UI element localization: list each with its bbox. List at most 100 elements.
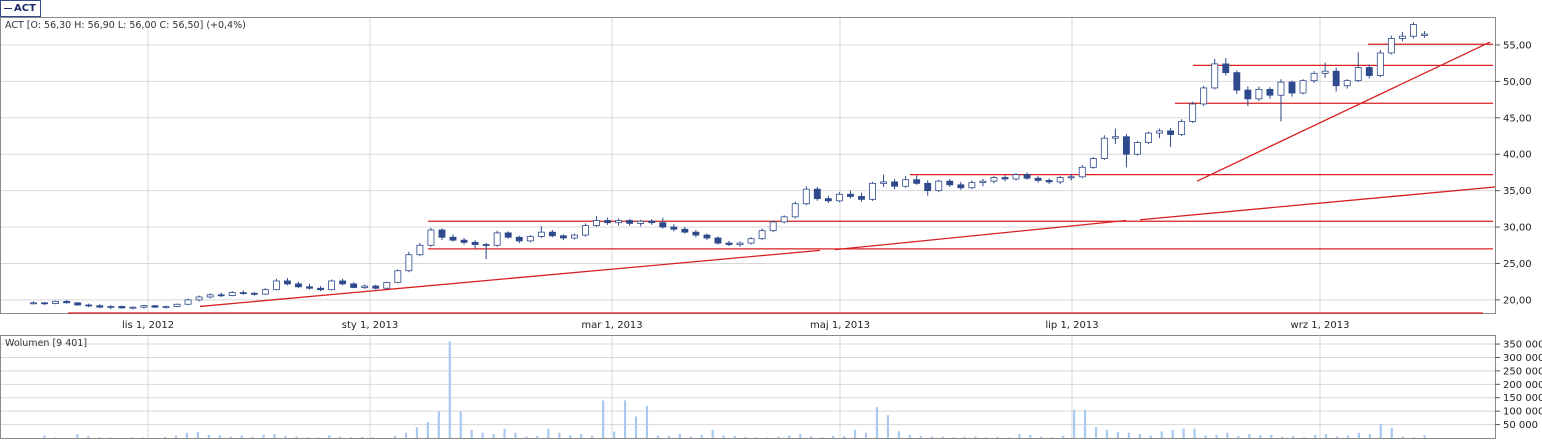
candle-body xyxy=(118,306,126,309)
volume-bar xyxy=(1171,429,1174,438)
volume-bar xyxy=(1127,432,1130,438)
candle-body xyxy=(1233,72,1241,91)
volume-bar xyxy=(974,436,977,438)
candle-body xyxy=(681,228,689,233)
candle-body xyxy=(217,294,225,297)
volume-bar xyxy=(634,416,638,438)
candle-body xyxy=(239,292,247,295)
volume-bar xyxy=(1204,435,1207,438)
candle-body xyxy=(736,242,744,245)
volume-bar xyxy=(163,436,167,438)
volume-y-label: 350 000 xyxy=(1503,340,1542,351)
volume-bar xyxy=(448,341,451,438)
price-x-label: lip 1, 2013 xyxy=(1045,320,1098,331)
candle-body xyxy=(1145,132,1152,143)
candle-body xyxy=(1421,33,1428,36)
volume-bar xyxy=(1401,436,1404,438)
volume-bar xyxy=(426,421,429,438)
volume-bar xyxy=(54,437,57,438)
candle-body xyxy=(1023,174,1031,179)
candle-body xyxy=(769,221,777,232)
stock-chart: 20,00 25,00 30,00 35,00 40,00 45,00 50,00 55,00… xyxy=(0,17,1542,439)
volume-bar xyxy=(1040,436,1043,438)
volume-bar xyxy=(766,437,769,438)
candle-body xyxy=(935,180,943,192)
volume-bar xyxy=(1182,428,1185,438)
candle-body xyxy=(1100,137,1108,159)
candle-body xyxy=(328,280,336,291)
candle-body xyxy=(372,285,380,289)
candle-body xyxy=(813,188,821,200)
volume-bar xyxy=(897,431,900,438)
candle-body xyxy=(1387,37,1395,54)
volume-y-label: 50 000 xyxy=(1503,420,1538,431)
price-y-label: 55,00 xyxy=(1503,40,1532,51)
candle-body xyxy=(1343,80,1351,87)
candle-body xyxy=(515,236,523,242)
volume-bar xyxy=(87,435,90,438)
candle-body xyxy=(1288,81,1296,94)
volume-bar xyxy=(295,436,298,438)
volume-bar xyxy=(1335,436,1339,438)
price-x-label: lis 1, 2012 xyxy=(122,320,174,331)
volume-bar xyxy=(43,435,46,438)
volume-y-label: 250 000 xyxy=(1503,366,1542,377)
volume-bar xyxy=(393,435,397,438)
candle-body xyxy=(780,216,788,223)
candle-body xyxy=(913,179,921,184)
price-y-label: 30,00 xyxy=(1503,223,1532,234)
volume-bar xyxy=(1379,424,1382,438)
volume-bar xyxy=(843,436,846,438)
volume-bar xyxy=(996,436,999,438)
candle-body xyxy=(1376,52,1384,76)
price-y-label: 45,00 xyxy=(1503,113,1532,124)
volume-bar xyxy=(1281,436,1284,438)
candle-body xyxy=(571,234,578,239)
volume-series xyxy=(32,341,1426,438)
candle-body xyxy=(924,182,932,192)
volume-bar xyxy=(853,429,857,438)
candle-body xyxy=(96,305,104,308)
candle-body xyxy=(52,300,60,304)
volume-bar xyxy=(1226,432,1229,438)
volume-bar xyxy=(1007,437,1010,438)
volume-bar xyxy=(799,433,802,438)
volume-bar xyxy=(492,433,495,438)
candle-body xyxy=(361,285,369,288)
volume-bar xyxy=(273,433,276,438)
candle-body xyxy=(604,220,612,224)
volume-y-label: 300 000 xyxy=(1503,353,1542,364)
volume-bar xyxy=(941,436,944,438)
candle-body xyxy=(317,287,324,291)
trendline xyxy=(1139,186,1496,221)
volume-bar xyxy=(755,437,758,438)
price-x-axis: lis 1, 2012 sty 1, 2013 mar 1, 2013 maj 1, … xyxy=(122,320,1350,331)
volume-bar xyxy=(1346,435,1350,438)
price-y-label: 35,00 xyxy=(1503,186,1532,197)
price-x-label: wrz 1, 2013 xyxy=(1291,320,1350,331)
volume-bar xyxy=(1073,409,1076,438)
candle-body xyxy=(41,302,48,305)
volume-bar xyxy=(503,428,506,438)
volume-bar xyxy=(76,434,79,438)
candle-body xyxy=(306,286,313,289)
volume-bar xyxy=(908,434,911,438)
volume-bar xyxy=(131,437,134,438)
volume-bar xyxy=(196,432,199,438)
candle-body xyxy=(140,305,148,308)
volume-bar xyxy=(919,435,922,438)
candle-body xyxy=(758,230,766,240)
volume-bar xyxy=(821,437,824,438)
candle-body xyxy=(1266,88,1274,96)
volume-bar xyxy=(1160,431,1163,438)
candle-body xyxy=(1255,88,1263,100)
candle-body xyxy=(990,177,998,182)
volume-bar xyxy=(404,432,408,438)
trendline xyxy=(834,219,1127,251)
volume-bar xyxy=(1062,435,1065,438)
volume-bar xyxy=(328,435,331,438)
volume-bar xyxy=(700,434,703,438)
volume-bar xyxy=(415,427,419,438)
volume-bar xyxy=(558,432,561,438)
candle-body xyxy=(946,180,954,186)
